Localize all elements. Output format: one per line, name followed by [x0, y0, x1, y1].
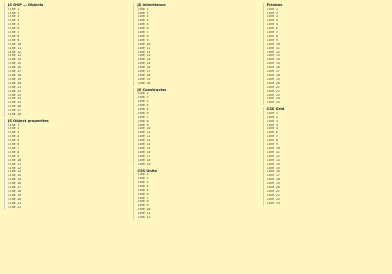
- section: Flexbox line 1 line 2 line 3 line 4 line 5 lin…: [262, 3, 388, 106]
- text-line: line 25: [266, 101, 280, 105]
- text-line: line 24: [266, 201, 280, 205]
- text-line: line 19: [137, 162, 151, 166]
- text-line: line 20: [137, 81, 151, 85]
- column-right: Flexbox line 1 line 2 line 3 line 4 line 5 lin…: [262, 3, 388, 270]
- column-middle: JS Inheritance line 1 line 2 line 3 line 4 li…: [133, 3, 258, 270]
- text-line: line 22: [8, 205, 22, 209]
- cheat-sheet-page: JS OOP — Objects line 1 line 2 line 3 line 4…: [0, 0, 392, 274]
- section: JS Inheritance line 1 line 2 line 3 line 4 li…: [133, 3, 258, 86]
- section: JS Constructor line 1 line 2 line 3 line 4 li…: [133, 87, 258, 167]
- column-left: JS OOP — Objects line 1 line 2 line 3 line 4…: [4, 3, 129, 270]
- text-line: line 12: [137, 216, 151, 220]
- section: CSS Grid line 1 line 2 line 3 line 4 line 5 li…: [262, 107, 388, 206]
- section: JS OOP — Objects line 1 line 2 line 3 line 4…: [4, 3, 129, 117]
- text-line: line 28: [8, 113, 22, 117]
- section: JS Object properties line 1 line 2 line 3 li…: [4, 118, 129, 210]
- section: CSS Units line 1 line 2 line 3 line 4 line 5l…: [133, 168, 258, 220]
